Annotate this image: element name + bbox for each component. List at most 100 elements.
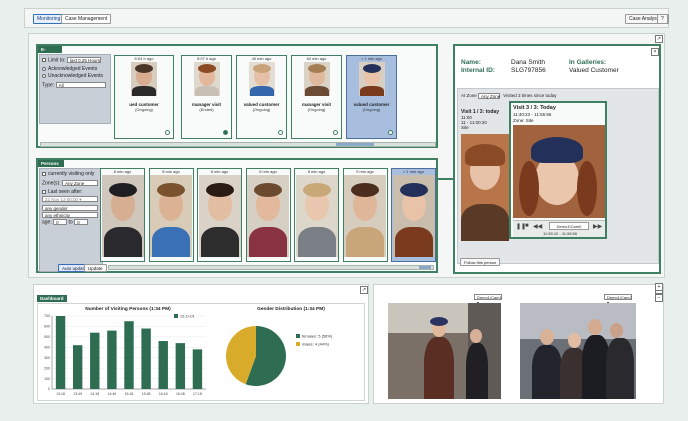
at-zone-label: At Zone: [461, 93, 477, 98]
events-title: E-Events: [38, 46, 62, 59]
limit-input[interactable]: last 0.25 Hours: [66, 57, 101, 63]
ethnicity-select[interactable]: any ethnicity: [42, 212, 98, 218]
player-video[interactable]: [513, 125, 605, 218]
age-to-input[interactable]: 0: [74, 219, 89, 225]
y-tick-label: 200: [44, 366, 50, 370]
person-photo: [344, 175, 386, 257]
event-status: (Ongoing): [135, 107, 153, 112]
acknowledge-icon[interactable]: [165, 130, 170, 135]
camera2-feed[interactable]: [520, 303, 636, 399]
zone-select[interactable]: Any Zone: [478, 92, 500, 99]
event-card[interactable]: 5:04 h ago ued customer (Ongoing): [114, 55, 174, 139]
help-button[interactable]: ?: [657, 14, 668, 24]
dashboard-expand-icon[interactable]: ↗: [360, 286, 368, 294]
type-select[interactable]: All: [55, 82, 106, 88]
update-button[interactable]: Update: [84, 264, 107, 272]
bar-chart-title: Number of Visiting Persons (1:34 PM): [85, 306, 171, 312]
visit-photo: [461, 134, 509, 241]
person-card[interactable]: 9 min ago: [342, 168, 388, 262]
visit-popup: Visit 3 / 3: Today 11:40:23 - 11:55:56 Z…: [509, 101, 607, 239]
event-card[interactable]: < 1 min ago valued customer (Ongoing): [346, 55, 397, 139]
event-card[interactable]: 40 min ago valued customer (Ongoing): [236, 55, 287, 139]
cam1-select[interactable]: Demo1\Cam1 ▾: [474, 294, 502, 305]
tab-case-management[interactable]: Case Management: [61, 14, 112, 24]
persons-scrollbar[interactable]: [108, 265, 434, 270]
y-tick-label: 600: [44, 325, 50, 329]
limit-checkbox[interactable]: [42, 58, 46, 62]
person-photo: [247, 175, 289, 257]
person-photo: [392, 175, 435, 257]
person-card[interactable]: 8 min ago: [294, 168, 339, 262]
person-card[interactable]: 8 min ago: [197, 168, 242, 262]
cam2-select[interactable]: Demo1\Cam2 ▾: [604, 294, 632, 305]
events-scrollbar[interactable]: [40, 142, 436, 147]
bar: [90, 332, 100, 389]
close-detail-icon[interactable]: ×: [651, 48, 659, 56]
x-tick-label: 15:18: [125, 392, 134, 396]
visiting-persons-chart: Number of Visiting Persons (1:34 PM) 1/1…: [44, 306, 206, 396]
event-card[interactable]: 60 min ago manager visit (Ongoing): [291, 55, 342, 139]
popup-zone: Zone: Site: [513, 118, 534, 123]
pie-legend-swatch: [296, 334, 300, 338]
y-tick-label: 100: [44, 377, 50, 381]
persons-scroll-thumb[interactable]: [419, 266, 431, 269]
visiting-checkbox[interactable]: [42, 171, 46, 176]
ack-radio[interactable]: [42, 66, 46, 71]
bar-legend-label: 1/1:1+1/1: [180, 315, 195, 319]
tab-monitoring[interactable]: Monitoring: [33, 14, 65, 24]
acknowledge-icon[interactable]: [333, 130, 338, 135]
zones-select[interactable]: Any Zone: [62, 180, 99, 186]
galleries-value: Valued Customer: [569, 67, 619, 74]
person-card[interactable]: < 1 min ago: [391, 168, 436, 262]
event-card[interactable]: 5:07 h ago manager visit (Ended): [181, 55, 232, 139]
y-tick-label: 400: [44, 345, 50, 349]
acknowledge-icon[interactable]: [223, 130, 228, 135]
follow-person-button[interactable]: Follow this person: [460, 258, 501, 266]
person-photo: [198, 175, 241, 257]
popup-time: 11:40:23 - 11:55:56: [513, 112, 552, 117]
age-from-input[interactable]: 0: [53, 219, 68, 225]
galleries-label: In Galleries:: [569, 59, 607, 66]
stop-icon[interactable]: ■: [525, 223, 529, 229]
camera1-feed[interactable]: [388, 303, 501, 399]
dashboard-area: Dashboard ↗ Number of Visiting Persons (…: [33, 284, 369, 404]
rewind-icon[interactable]: ◀◀: [533, 223, 542, 230]
x-tick-label: 13:49: [73, 392, 82, 396]
popup-title: Visit 3 / 3: Today: [513, 105, 556, 111]
bar: [175, 343, 186, 389]
events-filters: Limit to: last 0.25 Hours Acknowledged E…: [39, 54, 111, 124]
age-label: age:: [42, 219, 52, 226]
person-card[interactable]: 8 min ago: [245, 168, 291, 262]
event-photo: [358, 62, 385, 96]
event-status: (Ongoing): [362, 107, 381, 112]
person-card[interactable]: 8 min ago: [100, 168, 145, 262]
bar: [55, 316, 66, 389]
acknowledge-icon[interactable]: [278, 130, 283, 135]
expand-icon[interactable]: ↗: [655, 35, 663, 43]
pie-legend-swatch: [296, 342, 300, 346]
event-status: (Ongoing): [307, 107, 326, 112]
remove-view-icon[interactable]: −: [655, 294, 663, 302]
name-value: Dana Smith: [511, 59, 545, 66]
bar-legend-swatch: [174, 314, 178, 318]
visiting-label: currently visiting only: [48, 171, 95, 177]
last-seen-checkbox[interactable]: [42, 189, 46, 194]
acknowledge-icon[interactable]: [388, 130, 393, 135]
events-scroll-thumb[interactable]: [336, 143, 374, 146]
person-card[interactable]: 8 min ago: [148, 168, 194, 262]
unack-radio[interactable]: [42, 73, 46, 78]
date-input[interactable]: 22 Nov 13 00:00 ▾: [42, 196, 98, 202]
type-label: Type:: [42, 82, 55, 89]
gender-select[interactable]: any gender: [42, 205, 98, 211]
events-panel: E-Events Limit to: last 0.25 Hours Ackno…: [36, 44, 438, 148]
name-label: Name:: [461, 59, 481, 66]
id-label: Internal ID:: [461, 67, 495, 74]
event-photo: [131, 62, 157, 96]
add-view-icon[interactable]: +: [655, 283, 663, 291]
x-tick-label: 15:48: [142, 392, 151, 396]
event-photo: [303, 62, 330, 96]
pie-legend-label: females: 5 (56%): [302, 334, 333, 339]
forward-icon[interactable]: ▶▶: [593, 223, 602, 230]
event-photo: [193, 62, 220, 96]
player-controls: ❚❚ ■ ◀◀ Demo1\Cam0 ▶▶ 11:55:10 - 11:55:5…: [513, 220, 605, 237]
